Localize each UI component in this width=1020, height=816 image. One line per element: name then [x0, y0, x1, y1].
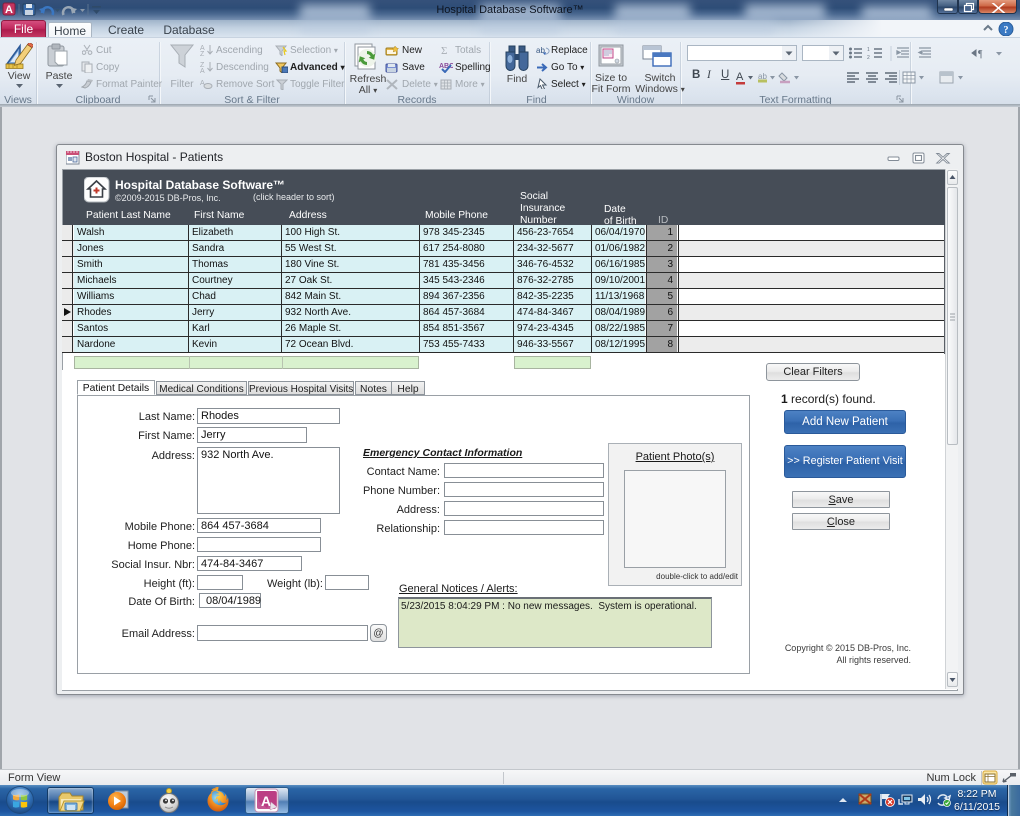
svg-text:A: A — [200, 68, 205, 73]
svg-text:Σ: Σ — [441, 45, 447, 55]
svg-text:2: 2 — [867, 55, 870, 61]
svg-text:A: A — [5, 4, 13, 16]
svg-text:?: ? — [1004, 25, 1009, 36]
svg-text:Z: Z — [200, 51, 205, 56]
svg-text:A: A — [261, 793, 271, 809]
svg-text:1: 1 — [867, 47, 870, 53]
svg-text:¶: ¶ — [978, 49, 983, 60]
svg-text:A: A — [736, 71, 744, 83]
